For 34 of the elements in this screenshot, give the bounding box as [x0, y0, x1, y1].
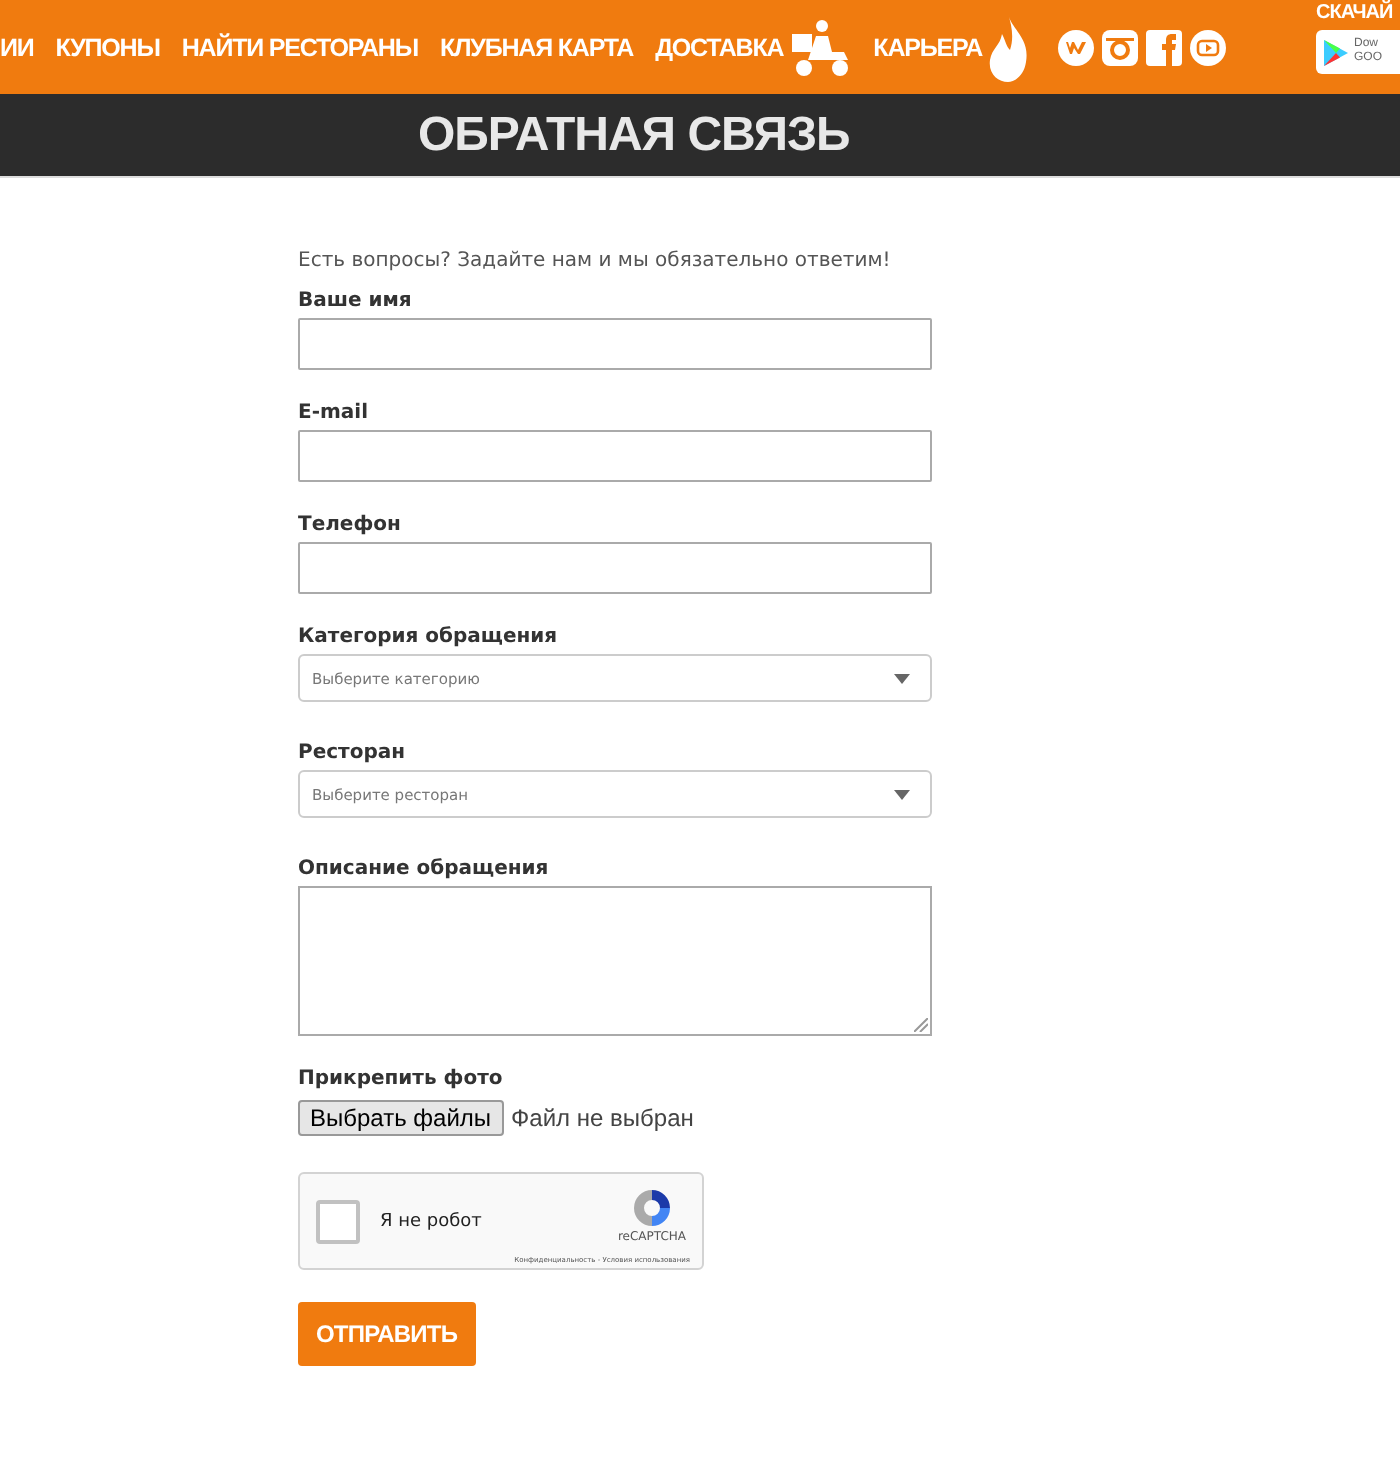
textarea-field[interactable]: [298, 886, 932, 1036]
instagram-icon[interactable]: [1102, 29, 1139, 65]
youtube-icon[interactable]: [1190, 29, 1227, 65]
intro-text: Есть вопросы? Задайте нам и мы обязательно ответим!: [298, 250, 893, 272]
input-field[interactable]: [298, 542, 932, 594]
nav-link[interactable]: ИИ: [0, 33, 34, 61]
resize-grip-icon: [914, 1018, 928, 1032]
flame-icon: [986, 13, 1031, 81]
facebook-icon[interactable]: [1146, 29, 1183, 65]
page-title: ОБРАТНАЯ СВЯЗЬ: [418, 107, 850, 163]
field-label: Ваше имя: [298, 290, 414, 312]
field-label: Ресторан: [298, 742, 408, 764]
field-label: Телефон: [298, 514, 403, 536]
nav-link[interactable]: ДОСТАВКА: [655, 17, 852, 77]
nav-link[interactable]: КЛУБНАЯ КАРТА: [439, 33, 634, 61]
input-field[interactable]: [298, 430, 932, 482]
field-label: E-mail: [298, 402, 371, 424]
caret-icon: [894, 789, 910, 799]
field-label: Категория обращения: [298, 626, 560, 648]
recaptcha-logo-icon: [629, 1186, 674, 1230]
choose-files-button[interactable]: Выбрать файлы: [298, 1100, 504, 1136]
submit-button[interactable]: ОТПРАВИТЬ: [298, 1302, 476, 1366]
captcha-checkbox[interactable]: [316, 1199, 360, 1243]
captcha-label: Я не робот: [380, 1211, 482, 1231]
nav-link[interactable]: КАРЬЕРА: [873, 13, 1031, 81]
field-label: Описание обращения: [298, 858, 551, 880]
file-status: Файл не выбран: [511, 1104, 694, 1132]
download-title: СКАЧАЙ: [1316, 2, 1395, 24]
caret-icon: [894, 673, 910, 683]
field-label: Прикрепить фото: [298, 1068, 505, 1090]
nav-link[interactable]: НАЙТИ РЕСТОРАНЫ: [181, 33, 418, 61]
play-store-icon: [1324, 39, 1348, 65]
nav-link[interactable]: КУПОНЫ: [55, 33, 160, 61]
input-field[interactable]: [298, 318, 932, 370]
